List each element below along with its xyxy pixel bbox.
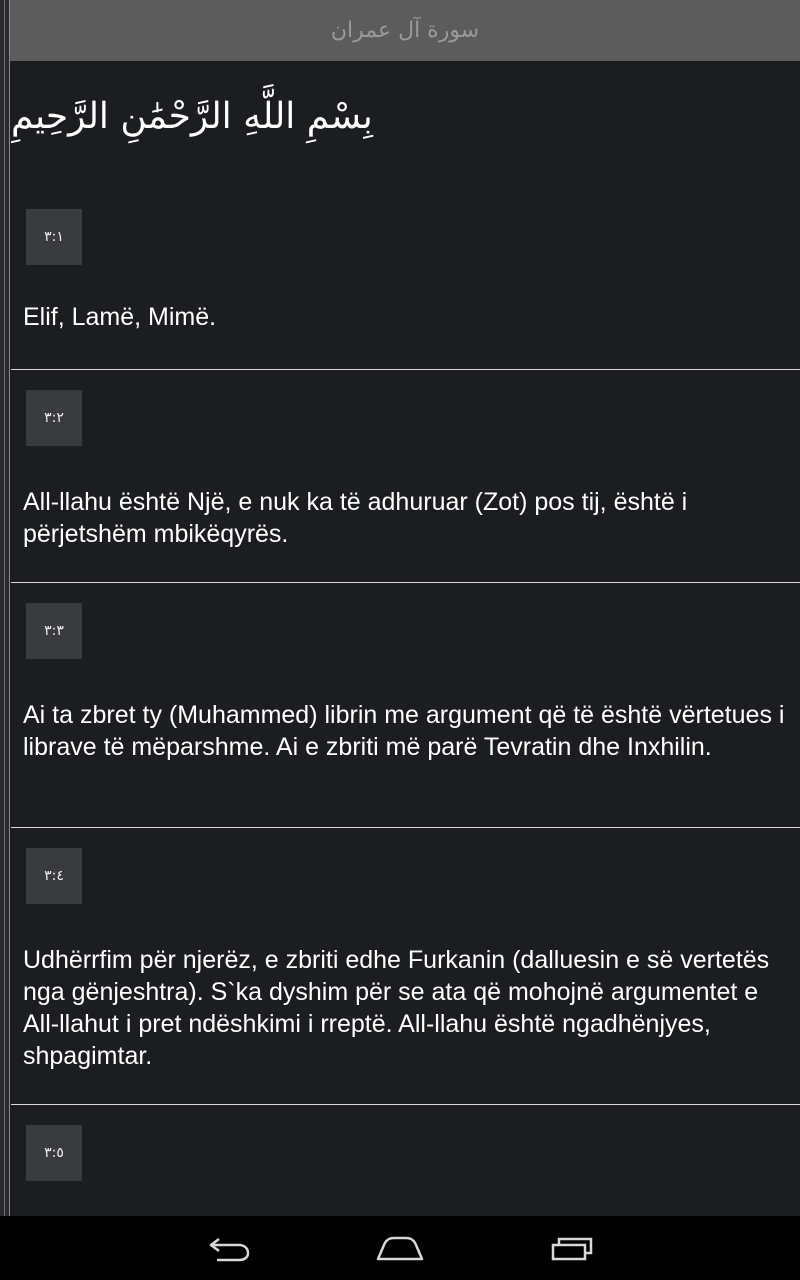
verse-text: Udhërrfim për njerëz, e zbriti edhe Furk…: [23, 946, 770, 1070]
verse-text: All-llahu është Një, e nuk ka të adhurua…: [23, 488, 688, 548]
system-navigation-bar: [0, 1216, 800, 1280]
verse-item[interactable]: ٣:٥: [11, 1105, 800, 1216]
verse-number-badge: ٣:٢: [26, 390, 82, 446]
verse-text: Elif, Lamë, Mimë.: [23, 303, 217, 331]
back-button[interactable]: [199, 1232, 259, 1264]
verse-text: Ai ta zbret ty (Muhammed) librin me argu…: [23, 701, 785, 761]
verse-item[interactable]: ٣:٣ Ai ta zbret ty (Muhammed) librin me …: [11, 583, 800, 828]
title-bar: سورة آل عمران: [10, 0, 800, 61]
back-icon: [209, 1238, 250, 1262]
verse-number-badge: ٣:٤: [26, 848, 82, 904]
bismillah-text: بِسْمِ اللَّهِ الرَّحْمَٰنِ الرَّحِيمِ: [11, 95, 373, 137]
verse-number-badge: ٣:٣: [26, 603, 82, 659]
left-edge-divider: [0, 0, 10, 1216]
recents-icon: [551, 1237, 593, 1261]
verse-item[interactable]: ٣:٢ All-llahu është Një, e nuk ka të adh…: [11, 370, 800, 583]
quran-reader-screen: سورة آل عمران بِسْمِ اللَّهِ الرَّحْمَٰن…: [0, 0, 800, 1280]
verse-item[interactable]: ٣:٤ Udhërrfim për njerëz, e zbriti edhe …: [11, 828, 800, 1105]
recents-button[interactable]: [541, 1232, 601, 1264]
surah-title: سورة آل عمران: [330, 18, 480, 43]
home-button[interactable]: [370, 1232, 430, 1264]
verse-number-badge: ٣:٥: [26, 1125, 82, 1181]
verse-item[interactable]: ٣:١ Elif, Lamë, Mimë.: [11, 171, 800, 370]
verse-number-badge: ٣:١: [26, 209, 82, 265]
home-icon: [376, 1236, 424, 1261]
verse-list[interactable]: بِسْمِ اللَّهِ الرَّحْمَٰنِ الرَّحِيمِ ٣…: [11, 61, 800, 1216]
